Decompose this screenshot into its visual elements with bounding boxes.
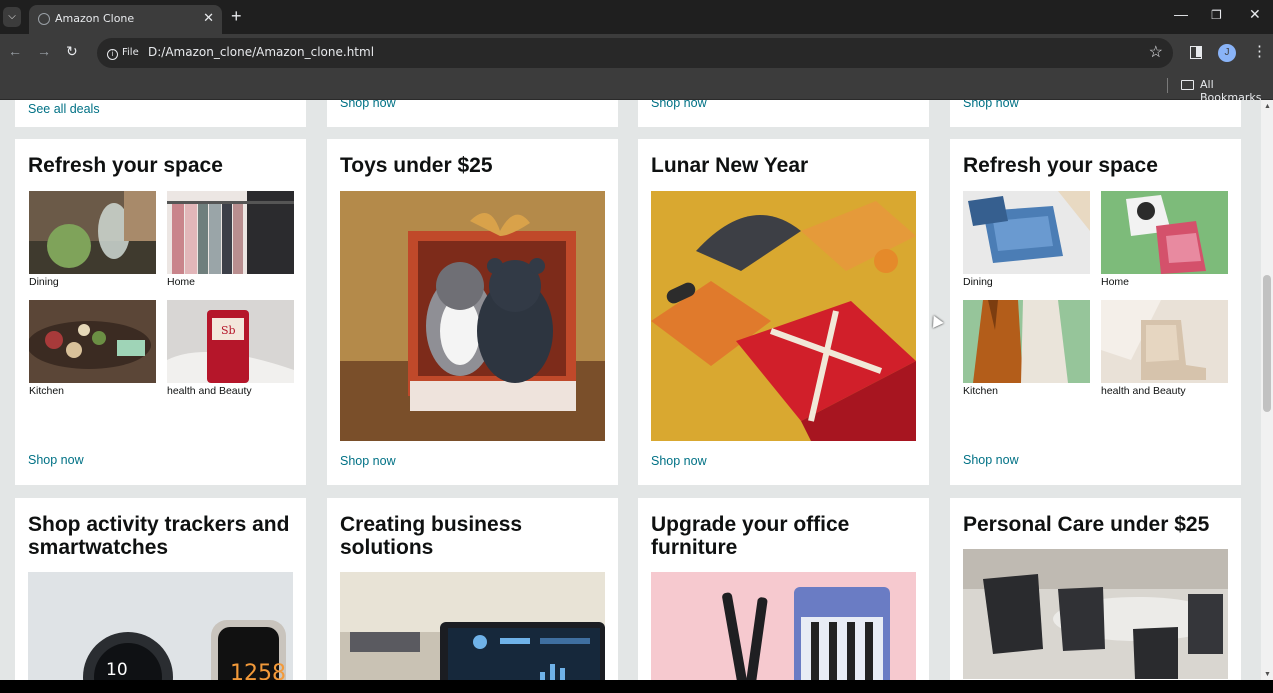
minimize-icon[interactable]: — <box>1174 6 1188 22</box>
restore-icon[interactable]: ❐ <box>1211 8 1222 22</box>
svg-text:Sb: Sb <box>221 324 236 337</box>
kitchen-label: Kitchen <box>963 385 999 397</box>
close-tab-icon[interactable]: ✕ <box>203 10 214 26</box>
shop-now-link[interactable]: Shop now <box>651 100 707 110</box>
dining-label: Dining <box>963 276 993 288</box>
kitchen-image[interactable] <box>963 300 1090 383</box>
see-all-deals-link[interactable]: See all deals <box>28 102 100 116</box>
profile-avatar[interactable]: J <box>1218 44 1236 62</box>
top-card-3-partial: Shop now <box>638 100 929 127</box>
shop-now-link[interactable]: Shop now <box>340 100 396 110</box>
globe-icon <box>38 13 50 25</box>
mouse-cursor <box>928 312 944 329</box>
top-card-4-partial: Shop now <box>950 100 1241 127</box>
smartwatch-image[interactable]: 10 1258 <box>28 572 293 680</box>
toys-card: Toys under $25 Shop now <box>327 139 618 485</box>
refresh-space-card-2: Refresh your space Dining Home Kitchen h… <box>950 139 1241 485</box>
reload-icon[interactable]: ↻ <box>66 43 78 60</box>
home-label: Home <box>1101 276 1130 288</box>
shop-now-link[interactable]: Shop now <box>963 453 1019 467</box>
business-solutions-card: Creating business solutions <box>327 498 618 680</box>
info-icon: i <box>107 49 118 60</box>
dining-image[interactable] <box>963 191 1090 274</box>
svg-text:10: 10 <box>106 660 128 680</box>
health-beauty-label: health and Beauty <box>167 385 252 397</box>
office-furniture-card: Upgrade your office furniture <box>638 498 929 680</box>
tab-strip: ⌵ Amazon Clone ✕ + — ❐ ✕ <box>0 0 1273 34</box>
health-beauty-image[interactable] <box>1101 300 1228 383</box>
tab-search-button[interactable]: ⌵ <box>3 7 21 27</box>
forward-icon[interactable]: → <box>37 43 51 59</box>
business-laptop-image[interactable] <box>340 572 605 680</box>
activity-trackers-card: Shop activity trackers and smartwatches … <box>15 498 306 680</box>
refresh-space-card: Refresh your space Dining Home Kitchen S… <box>15 139 306 485</box>
card-title: Personal Care under $25 <box>963 513 1210 536</box>
back-icon[interactable]: ← <box>8 43 22 59</box>
scroll-thumb[interactable] <box>1263 275 1271 412</box>
bookmarks-divider <box>1167 78 1168 93</box>
office-chairs-image[interactable] <box>963 549 1228 679</box>
new-tab-button[interactable]: + <box>231 6 242 26</box>
scroll-up-arrow-icon[interactable]: ▲ <box>1264 103 1271 110</box>
url-text[interactable]: D:/Amazon_clone/Amazon_clone.html <box>148 45 374 59</box>
home-label: Home <box>167 276 196 288</box>
health-beauty-image[interactable]: Sb <box>167 300 294 383</box>
page-scrollbar[interactable]: ▲ ▼ <box>1261 100 1273 680</box>
browser-toolbar: ← → ↻ i File D:/Amazon_clone/Amazon_clone… <box>0 34 1273 72</box>
shop-now-link[interactable]: Shop now <box>340 454 396 468</box>
home-image[interactable] <box>1101 191 1228 274</box>
top-card-2-partial: Shop now <box>327 100 618 127</box>
svg-text:1258: 1258 <box>230 661 286 680</box>
card-title: Refresh your space <box>28 154 223 177</box>
home-image[interactable] <box>167 191 294 274</box>
shop-now-link[interactable]: Shop now <box>651 454 707 468</box>
side-panel-icon[interactable] <box>1190 46 1202 59</box>
site-info-chip[interactable]: i File <box>103 44 145 62</box>
page-content: See all deals Shop now Shop now Shop now… <box>0 100 1261 680</box>
toys-image[interactable] <box>340 191 605 441</box>
shop-now-link[interactable]: Shop now <box>963 100 1019 110</box>
personal-care-card: Personal Care under $25 <box>950 498 1241 680</box>
deals-card-partial: See all deals <box>15 100 306 127</box>
dining-label: Dining <box>29 276 59 288</box>
kitchen-label: Kitchen <box>29 385 65 397</box>
card-title: Shop activity trackers and smartwatches <box>28 513 290 559</box>
bookmark-star-icon[interactable]: ☆ <box>1149 42 1163 62</box>
kitchen-image[interactable] <box>29 300 156 383</box>
card-title: Refresh your space <box>963 154 1158 177</box>
toothbrush-image[interactable] <box>651 572 916 680</box>
active-tab[interactable]: Amazon Clone ✕ <box>29 5 222 34</box>
bookmarks-bar: All Bookmarks <box>0 72 1273 104</box>
lunar-new-year-image[interactable] <box>651 191 916 441</box>
card-title: Upgrade your office furniture <box>651 513 850 559</box>
health-beauty-label: health and Beauty <box>1101 385 1186 397</box>
close-window-icon[interactable]: ✕ <box>1249 6 1261 23</box>
lunar-new-year-card: Lunar New Year Shop now <box>638 139 929 485</box>
menu-kebab-icon[interactable]: ⋮ <box>1252 42 1267 60</box>
card-title: Creating business solutions <box>340 513 523 559</box>
shop-now-link[interactable]: Shop now <box>28 453 84 467</box>
file-chip-label: File <box>122 47 139 58</box>
folder-icon <box>1181 80 1194 90</box>
dining-image[interactable] <box>29 191 156 274</box>
tab-title: Amazon Clone <box>55 12 135 25</box>
address-bar[interactable]: i File D:/Amazon_clone/Amazon_clone.html … <box>97 38 1173 68</box>
window-bottom-edge <box>0 680 1273 693</box>
card-title: Toys under $25 <box>340 154 493 177</box>
card-title: Lunar New Year <box>651 154 809 177</box>
scroll-down-arrow-icon[interactable]: ▼ <box>1264 671 1271 678</box>
